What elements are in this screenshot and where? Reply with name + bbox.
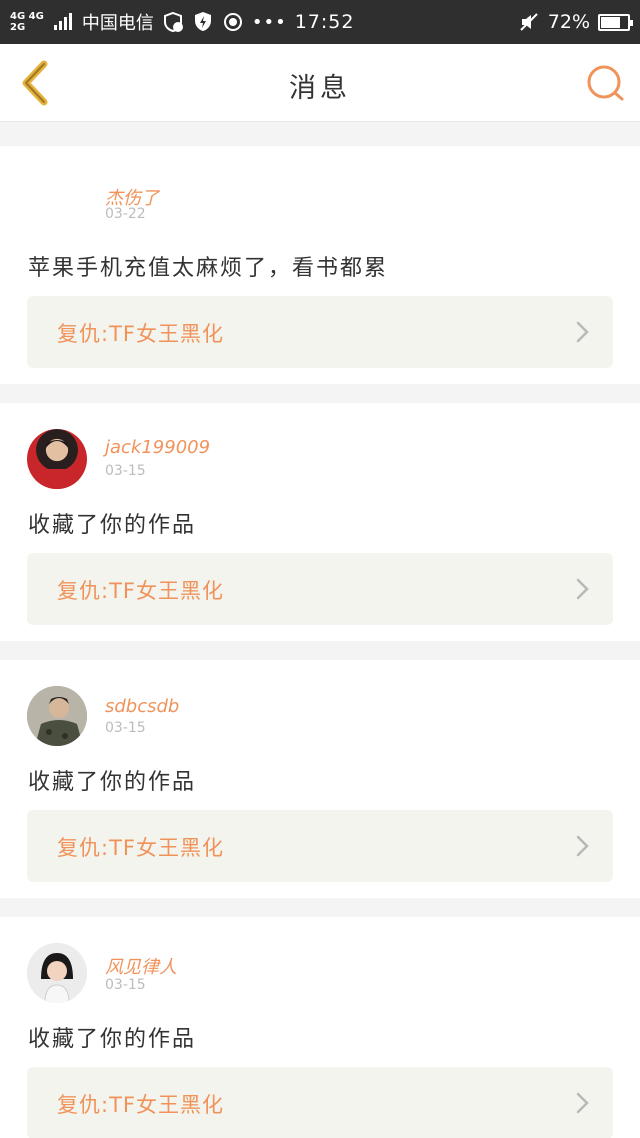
work-title: 复仇:TF女王黑化	[57, 579, 224, 603]
page-title: 消息	[289, 73, 351, 104]
message-content: 收藏了你的作品	[28, 513, 197, 538]
message-date: 03-15	[105, 977, 146, 993]
nav-bar: 消息	[0, 44, 640, 122]
work-link[interactable]: 复仇:TF女王黑化	[27, 1067, 613, 1138]
work-title: 复仇:TF女王黑化	[57, 322, 224, 346]
message-card: jack199009 03-15 收藏了你的作品 复仇:TF女王黑化	[0, 403, 640, 641]
message-date: 03-15	[105, 720, 146, 736]
status-bar: 4G 4G 2G 中国电信 ••• 17:52 72%	[0, 0, 640, 44]
work-link[interactable]: 复仇:TF女王黑化	[27, 553, 613, 625]
battery-level	[601, 16, 620, 28]
message-card: 杰伤了 03-22 苹果手机充值太麻烦了，看书都累 复仇:TF女王黑化	[0, 146, 640, 384]
search-icon	[587, 65, 624, 101]
chevron-right-icon	[576, 1092, 589, 1114]
battery-percent: 72%	[547, 11, 590, 33]
network-top-label: 4G 4G	[10, 11, 44, 22]
network-bottom-label: 2G	[10, 22, 26, 33]
avatar[interactable]	[27, 686, 87, 746]
message-card: sdbcsdb 03-15 收藏了你的作品 复仇:TF女王黑化	[0, 660, 640, 898]
mute-icon	[518, 11, 540, 33]
chevron-right-icon	[576, 578, 589, 600]
message-date: 03-15	[105, 463, 146, 479]
avatar[interactable]	[27, 943, 87, 1003]
message-content: 收藏了你的作品	[28, 770, 197, 795]
network-indicator: 4G 4G 2G	[10, 11, 44, 33]
shield-notify-icon	[162, 11, 184, 33]
message-content: 收藏了你的作品	[28, 1027, 197, 1052]
shield-icon	[192, 11, 214, 33]
message-card: 风见律人 03-15 收藏了你的作品 复仇:TF女王黑化	[0, 917, 640, 1138]
chevron-right-icon	[576, 835, 589, 857]
work-title: 复仇:TF女王黑化	[57, 836, 224, 860]
work-link[interactable]: 复仇:TF女王黑化	[27, 296, 613, 368]
clock: 17:52	[294, 11, 355, 33]
message-date: 03-22	[105, 206, 146, 222]
message-content: 苹果手机充值太麻烦了，看书都累	[28, 256, 389, 281]
battery-icon	[598, 13, 633, 31]
work-title: 复仇:TF女王黑化	[57, 1093, 224, 1117]
avatar[interactable]	[27, 429, 87, 489]
username[interactable]: sdbcsdb	[105, 696, 179, 717]
target-icon	[222, 11, 244, 33]
search-button[interactable]	[584, 62, 626, 104]
work-link[interactable]: 复仇:TF女王黑化	[27, 810, 613, 882]
username[interactable]: 风见律人	[105, 953, 177, 979]
chevron-right-icon	[576, 321, 589, 343]
carrier-name: 中国电信	[81, 13, 154, 34]
more-notifications: •••	[251, 11, 287, 33]
signal-icon	[52, 11, 74, 33]
username[interactable]: jack199009	[105, 437, 210, 458]
